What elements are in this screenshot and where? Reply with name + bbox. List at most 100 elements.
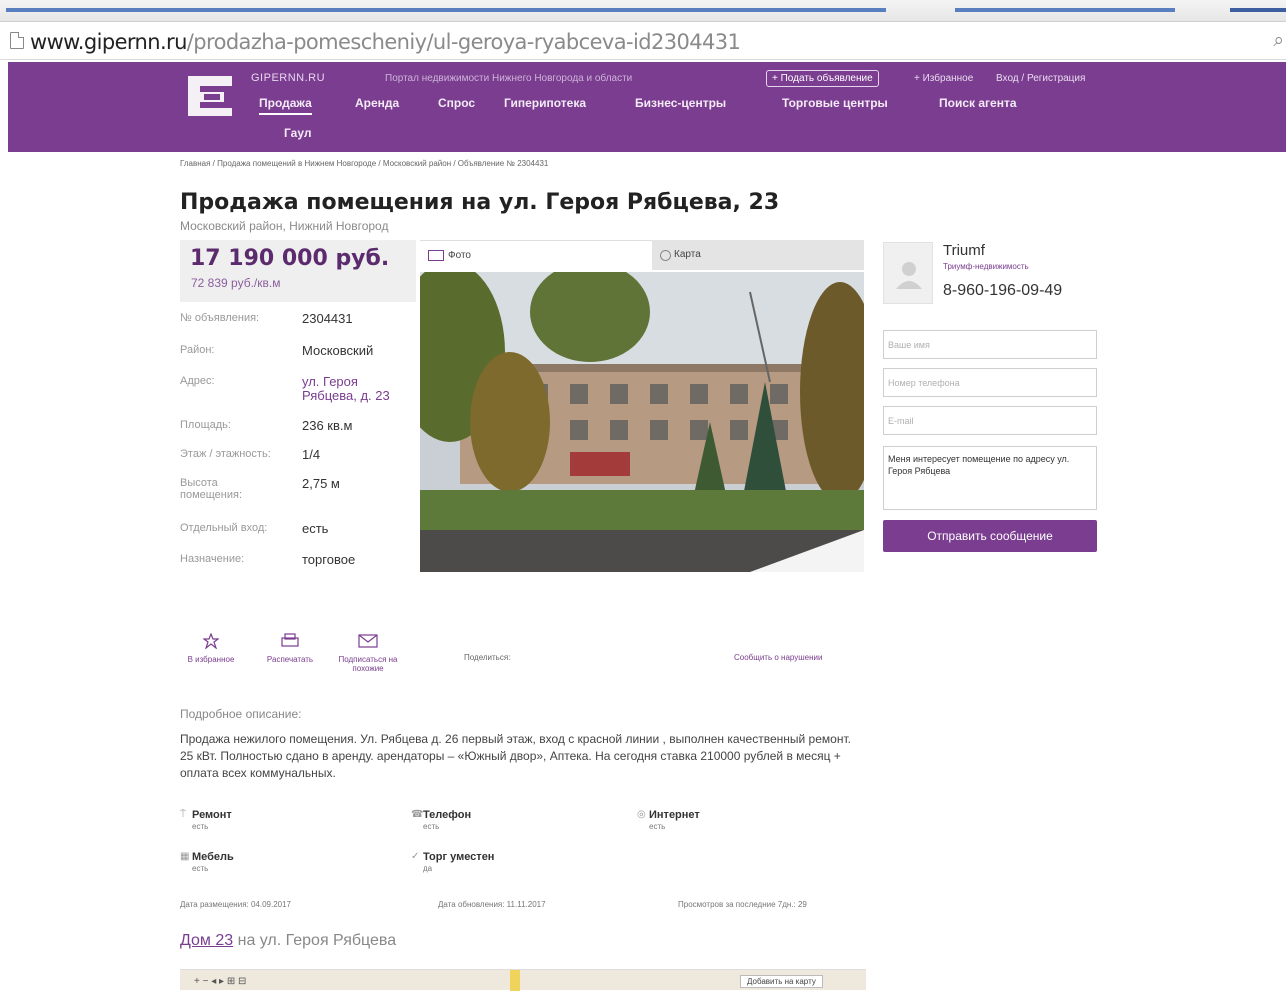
url-host: www.gipernn.ru: [30, 30, 187, 54]
map-zoom-controls[interactable]: + − ◂ ▸ ⊞ ⊟: [194, 976, 246, 987]
envelope-icon: [336, 633, 400, 655]
favorites-link[interactable]: + Избранное: [914, 73, 973, 84]
check-icon: ✓: [411, 851, 420, 862]
name-field[interactable]: Ваше имя: [883, 330, 1097, 359]
description-title: Подробное описание:: [180, 707, 302, 721]
map-road: [510, 970, 520, 991]
feature-value: есть: [649, 822, 666, 831]
media-tabs: Фото Карта: [420, 240, 864, 270]
nav-find-agent[interactable]: Поиск агента: [939, 96, 1017, 110]
feature-value: да: [423, 864, 433, 873]
print-button[interactable]: Распечатать: [258, 633, 322, 664]
spec-key: Адрес:: [180, 375, 215, 387]
star-icon: [179, 632, 243, 655]
spec-value: 1/4: [302, 447, 321, 462]
tab-bar-highlight: [955, 8, 1175, 12]
posted-date: Дата размещения: 04.09.2017: [180, 900, 292, 909]
avatar: [883, 242, 933, 304]
map-preview[interactable]: + − ◂ ▸ ⊞ ⊟ Добавить на карту: [180, 969, 866, 991]
nav-hypermortgage[interactable]: Гиперипотека: [504, 96, 586, 110]
spec-value: 2304431: [302, 311, 353, 326]
message-textarea[interactable]: Меня интересует помещение по адресу ул. …: [883, 446, 1097, 510]
spec-key: Район:: [180, 344, 215, 356]
address-bar[interactable]: www.gipernn.ru/prodazha-pomescheniy/ul-g…: [0, 22, 1286, 60]
feature-title: Ремонт: [192, 809, 232, 821]
page-title: Продажа помещения на ул. Героя Рябцева, …: [180, 190, 780, 215]
feature-value: есть: [192, 864, 209, 873]
nav-rent[interactable]: Аренда: [355, 96, 399, 110]
house-link[interactable]: Дом 23: [180, 932, 233, 949]
map-layer-button[interactable]: Добавить на карту: [740, 975, 823, 988]
description-text: Продажа нежилого помещения. Ул. Рябцева …: [180, 732, 851, 780]
url-text[interactable]: www.gipernn.ru/prodazha-pomescheniy/ul-g…: [30, 30, 741, 54]
agent-phone: 8-960-196-09-49: [943, 282, 1063, 299]
spec-value: торговое: [302, 552, 356, 567]
search-icon[interactable]: ⌕: [1273, 30, 1284, 52]
feature-value: есть: [192, 822, 209, 831]
listing-photo[interactable]: [420, 272, 864, 572]
nav-business-centers[interactable]: Бизнес-центры: [635, 96, 726, 110]
print-label: Распечатать: [266, 655, 314, 664]
nav-demand[interactable]: Спрос: [438, 96, 475, 110]
tab-photo-label: Фото: [448, 250, 471, 261]
spec-key: Площадь:: [180, 419, 231, 431]
breadcrumb[interactable]: Главная / Продажа помещений в Нижнем Нов…: [180, 159, 548, 168]
spec-key: Назначение:: [180, 553, 245, 565]
url-path: /prodazha-pomescheniy/ul-geroya-ryabceva…: [186, 30, 741, 54]
send-message-button[interactable]: Отправить сообщение: [883, 520, 1097, 552]
spec-key: № объявления:: [180, 312, 260, 324]
feature-title: Мебель: [192, 851, 234, 863]
spec-value: 236 кв.м: [302, 418, 353, 433]
tab-map[interactable]: Карта: [654, 240, 864, 270]
page-subtitle: Московский район, Нижний Новгород: [180, 219, 389, 233]
site-name[interactable]: GIPERNN.RU: [251, 72, 325, 84]
spec-key: Этаж / этажность:: [180, 448, 271, 460]
spec-value: 2,75 м: [302, 476, 340, 491]
report-violation-link[interactable]: Сообщить о нарушении: [734, 653, 822, 662]
views-count: Просмотров за последние 7дн.: 29: [678, 900, 807, 909]
subscribe-label: Подписаться на похожие: [338, 655, 398, 673]
price-per-sqm: 72 839 руб./кв.м: [191, 276, 281, 290]
nav-more[interactable]: Гаул: [284, 126, 311, 140]
house-heading-rest: на ул. Героя Рябцева: [233, 932, 397, 949]
tab-photo[interactable]: Фото: [420, 240, 652, 270]
feature-title: Интернет: [649, 809, 700, 821]
site-tagline: Портал недвижимости Нижнего Новгорода и …: [385, 73, 633, 84]
address-link[interactable]: ул. Героя Рябцева, д. 23: [302, 375, 414, 403]
login-link[interactable]: Вход / Регистрация: [996, 73, 1085, 84]
email-field[interactable]: E-mail: [883, 406, 1097, 435]
site-header: GIPERNN.RU Портал недвижимости Нижнего Н…: [8, 62, 1286, 152]
map-pin-icon: [660, 250, 671, 261]
nav-sale[interactable]: Продажа: [259, 96, 312, 115]
updated-date: Дата обновления: 11.11.2017: [438, 900, 546, 909]
feature-title: Торг уместен: [423, 851, 495, 863]
agent-company[interactable]: Триумф-недвижимость: [943, 262, 1029, 271]
tab-bar-highlight: [1230, 8, 1286, 12]
internet-icon: ◎: [637, 809, 646, 820]
house-heading: Дом 23 на ул. Героя Рябцева: [180, 932, 396, 950]
feature-title: Телефон: [423, 809, 472, 821]
printer-icon: [258, 633, 322, 655]
page-icon: [10, 32, 24, 49]
price: 17 190 000 руб.: [190, 246, 390, 271]
price-box: 17 190 000 руб. 72 839 руб./кв.м: [180, 240, 416, 302]
nav-shopping-centers[interactable]: Торговые центры: [782, 96, 888, 110]
photo-icon: [428, 250, 444, 261]
phone-icon: ☎: [411, 809, 424, 820]
brush-icon: ⍑: [180, 809, 186, 820]
spec-key: Отдельный вход:: [180, 522, 268, 534]
user-icon: [896, 262, 922, 289]
spec-value: есть: [302, 521, 329, 536]
agent-name[interactable]: Triumf: [943, 242, 985, 259]
share-label: Поделиться:: [464, 653, 511, 662]
tab-bar-highlight: [6, 8, 886, 12]
favorites-label: В избранное: [187, 655, 235, 664]
post-ad-button[interactable]: + Подать объявление: [766, 70, 879, 87]
site-logo-icon[interactable]: [184, 72, 236, 118]
tab-map-label: Карта: [674, 249, 701, 260]
feature-value: есть: [423, 822, 440, 831]
subscribe-button[interactable]: Подписаться на похожие: [336, 633, 400, 673]
phone-field[interactable]: Номер телефона: [883, 368, 1097, 397]
furniture-icon: ▦: [180, 851, 190, 862]
add-to-favorites-button[interactable]: В избранное: [179, 632, 243, 664]
